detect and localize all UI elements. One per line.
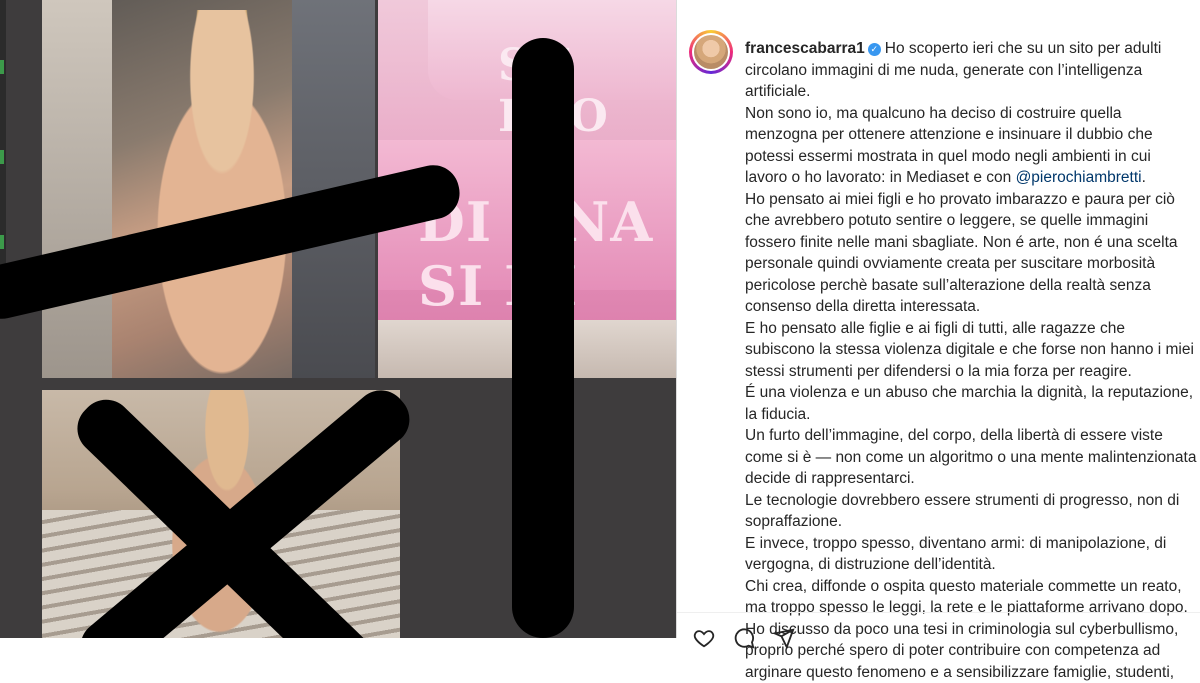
edge-marker — [0, 150, 4, 164]
post-caption-panel: francescabarra1✓Ho scoperto ieri che su … — [676, 0, 1200, 638]
portrait-figure — [122, 10, 322, 378]
caption-paragraph: Le tecnologie dovrebbero essere strument… — [745, 490, 1197, 533]
background-shelf — [42, 0, 112, 378]
post-caption: francescabarra1✓Ho scoperto ieri che su … — [745, 38, 1197, 683]
window-edge-strip — [0, 0, 6, 300]
censor-bar — [512, 38, 574, 638]
caption-paragraph: E ho pensato alle figlie e ai figli di t… — [745, 318, 1197, 383]
heart-icon[interactable] — [693, 627, 715, 649]
caption-text: . — [1142, 169, 1146, 186]
divider — [677, 612, 1200, 613]
username-link[interactable]: francescabarra1 — [745, 40, 865, 57]
mention-link[interactable]: @pierochiambretti — [1016, 169, 1142, 186]
caption-paragraph: Non sono io, ma qualcuno ha deciso di co… — [745, 103, 1197, 189]
verified-badge-icon: ✓ — [868, 43, 881, 56]
post-actions — [693, 628, 795, 648]
avatar-image — [694, 35, 728, 69]
caption-first-paragraph: francescabarra1✓Ho scoperto ieri che su … — [745, 38, 1197, 103]
caption-paragraph: É una violenza e un abuso che marchia la… — [745, 382, 1197, 425]
avatar[interactable] — [689, 30, 733, 74]
caption-paragraph: E invece, troppo spesso, diventano armi:… — [745, 533, 1197, 576]
comment-icon[interactable] — [733, 627, 755, 649]
caption-paragraph: Un furto dell’immagine, del corpo, della… — [745, 425, 1197, 490]
share-icon[interactable] — [773, 627, 795, 649]
avatar-border — [692, 33, 730, 71]
post-media[interactable]: SU RLO DI UNA SI DI — [0, 0, 676, 638]
edge-marker — [0, 60, 4, 74]
caption-paragraph: Ho pensato ai miei figli e ho provato im… — [745, 189, 1197, 318]
edge-marker — [0, 235, 4, 249]
caption-paragraph: Ho discusso da poco una tesi in criminol… — [745, 619, 1197, 683]
